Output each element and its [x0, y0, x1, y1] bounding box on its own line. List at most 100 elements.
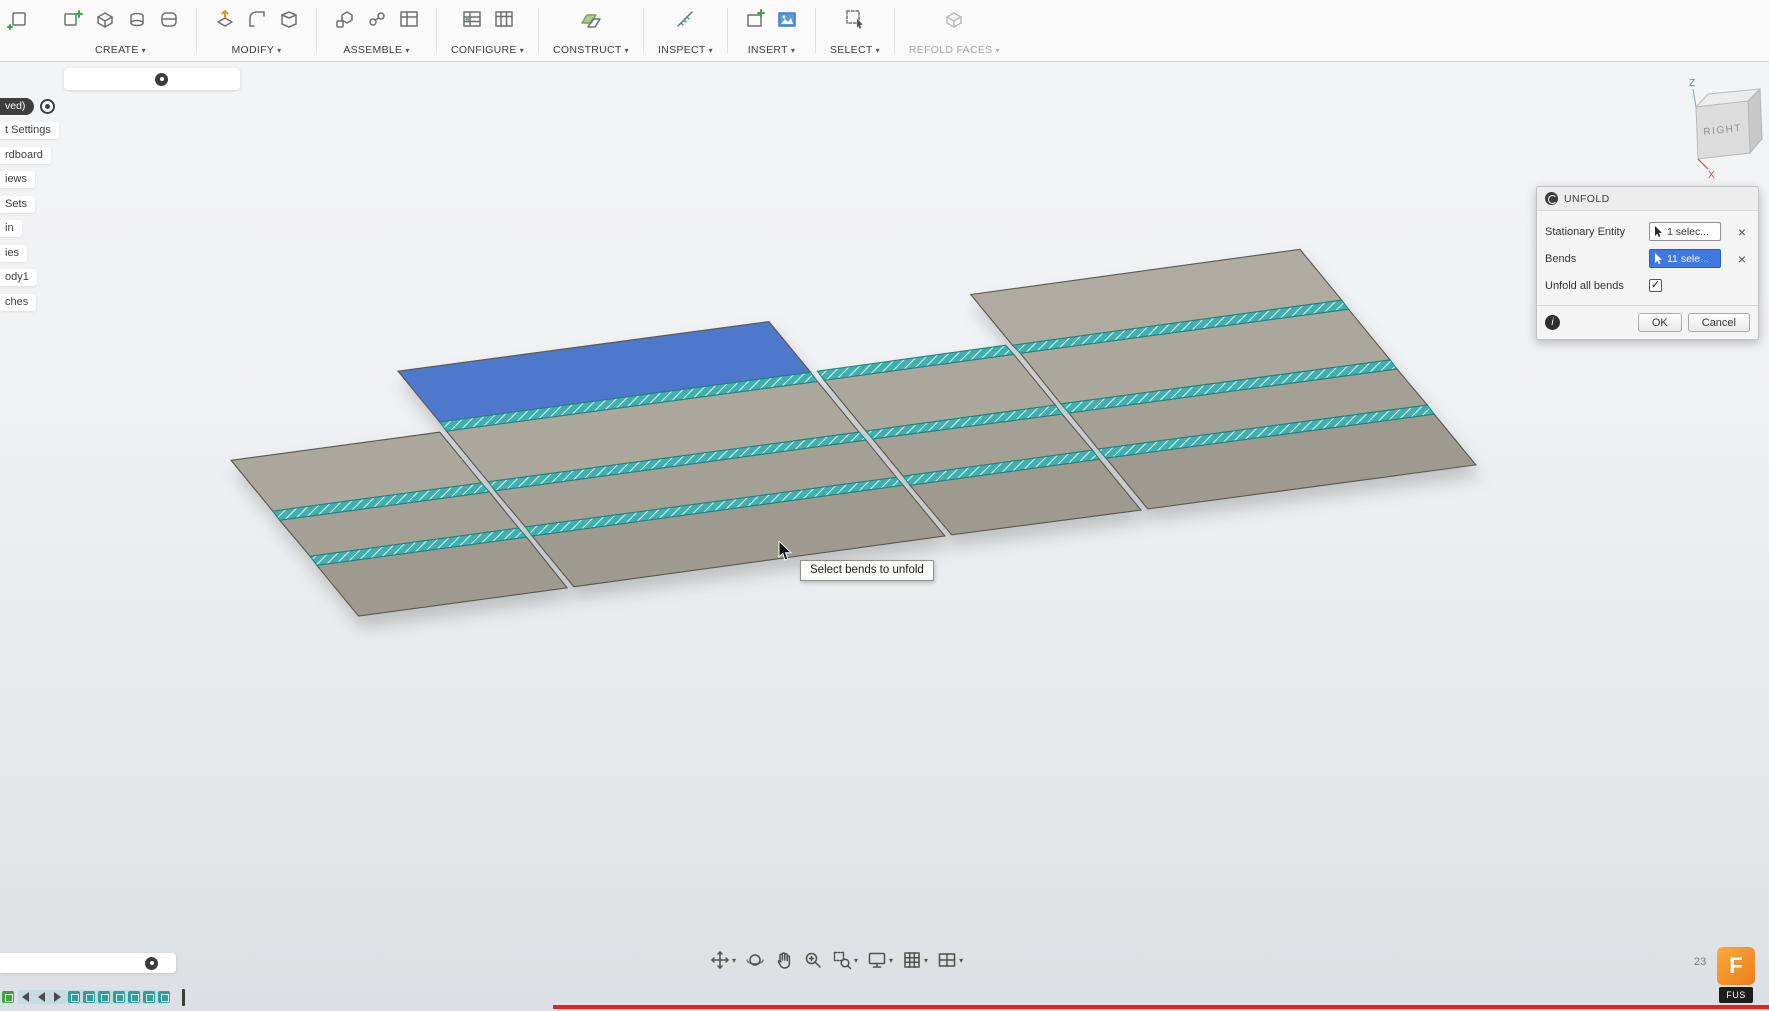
bom-table-icon[interactable]: [395, 5, 422, 32]
bends-selection-chip[interactable]: 11 sele...: [1649, 249, 1721, 268]
zoom-window-icon[interactable]: ▾: [832, 950, 858, 970]
cursor-icon: [1654, 253, 1663, 265]
unfold-dialog-header[interactable]: UNFOLD: [1537, 187, 1758, 211]
browser-item-material[interactable]: rdboard: [0, 143, 59, 168]
timeline-feature-icon[interactable]: [83, 991, 95, 1003]
ok-button[interactable]: OK: [1638, 313, 1682, 332]
timeline-settings-icon[interactable]: [2, 991, 14, 1003]
browser-document-row[interactable]: ved): [0, 94, 59, 119]
info-icon[interactable]: i: [1545, 315, 1560, 330]
timeline-playhead[interactable]: [182, 989, 185, 1006]
clear-stationary-entity-button[interactable]: ×: [1734, 224, 1750, 240]
play-icon[interactable]: [51, 990, 65, 1004]
z-axis-label: Z: [1689, 78, 1695, 89]
unfold-all-bends-label: Unfold all bends: [1545, 280, 1649, 292]
shell-icon[interactable]: [275, 5, 302, 32]
fusion-logo[interactable]: F: [1717, 947, 1755, 985]
main-toolbar: CREATE▾ MODIFY▾ ASSEMBLE▾ CONFIGURE▾ CON…: [0, 0, 1769, 62]
create-sketch-icon[interactable]: [59, 5, 86, 32]
pan-icon[interactable]: ▾: [710, 950, 736, 970]
browser-item-origin[interactable]: in: [0, 217, 59, 242]
chevron-down-icon: ▾: [791, 46, 795, 55]
chevron-down-icon: ▾: [854, 956, 858, 965]
stationary-entity-selection-chip[interactable]: 1 selec...: [1649, 222, 1721, 241]
timeline-feature-icon[interactable]: [113, 991, 125, 1003]
construction-plane-icon[interactable]: [578, 5, 605, 32]
toolbar-group-select: SELECT▾: [816, 0, 894, 61]
chevron-down-icon: ▾: [277, 46, 281, 55]
timeline-feature-icon[interactable]: [143, 991, 155, 1003]
timeline-feature-icon[interactable]: [68, 991, 80, 1003]
joint-icon[interactable]: [363, 5, 390, 32]
browser-item-sketches[interactable]: ches: [0, 290, 59, 315]
refold-faces-icon[interactable]: [941, 5, 968, 32]
timeline-header-bar[interactable]: [0, 953, 176, 973]
toolbar-group-assemble: ASSEMBLE▾: [317, 0, 436, 61]
new-component-icon[interactable]: [331, 5, 358, 32]
configure-menu-label: CONFIGURE: [451, 44, 517, 56]
channel-badge: FUS: [1719, 987, 1753, 1003]
configuration-icon[interactable]: [458, 5, 485, 32]
browser-header-bar[interactable]: [64, 68, 240, 90]
unfold-all-bends-row: Unfold all bends ✓: [1545, 272, 1750, 299]
collapse-icon[interactable]: [155, 73, 168, 86]
timeline: [2, 986, 185, 1008]
chevron-down-icon: ▾: [405, 46, 409, 55]
toolbar-group-insert: INSERT▾: [728, 0, 815, 61]
bends-label: Bends: [1545, 253, 1649, 265]
timeline-feature-icon[interactable]: [158, 991, 170, 1003]
toolbar-group-modify: MODIFY▾: [197, 0, 316, 61]
modify-menu-label: MODIFY: [232, 44, 275, 56]
form-icon[interactable]: [155, 5, 182, 32]
display-settings-icon[interactable]: ▾: [867, 950, 893, 970]
watermark-count: 23: [1694, 956, 1706, 968]
browser-item-body1[interactable]: ody1: [0, 266, 59, 291]
clear-bends-button[interactable]: ×: [1734, 251, 1750, 267]
fillet-icon[interactable]: [243, 5, 270, 32]
step-back-icon[interactable]: [34, 990, 48, 1004]
browser-item-document-settings[interactable]: t Settings: [0, 119, 59, 144]
hand-icon[interactable]: [774, 950, 794, 970]
insert-menu-label: INSERT: [748, 44, 788, 56]
timeline-feature-icon[interactable]: [98, 991, 110, 1003]
stationary-entity-label: Stationary Entity: [1545, 226, 1649, 238]
mouse-cursor-icon: [778, 541, 794, 562]
select-menu-label: SELECT: [830, 44, 873, 56]
cursor-icon: [1654, 226, 1663, 238]
stationary-entity-row: Stationary Entity 1 selec... ×: [1545, 218, 1750, 245]
press-pull-icon[interactable]: [211, 5, 238, 32]
browser-item-sets[interactable]: Sets: [0, 192, 59, 217]
chevron-down-icon: ▾: [520, 46, 524, 55]
measure-icon[interactable]: [672, 5, 699, 32]
orbit-icon[interactable]: [745, 950, 765, 970]
toolbar-group-construct: CONSTRUCT▾: [539, 0, 643, 61]
chevron-down-icon: ▾: [924, 956, 928, 965]
sheet-metal-model[interactable]: [0, 0, 1769, 1011]
browser-item-named-views[interactable]: iews: [0, 168, 59, 193]
clipped-tool-icon[interactable]: [4, 5, 31, 32]
bends-row: Bends 11 sele... ×: [1545, 245, 1750, 272]
configuration-table-icon[interactable]: [490, 5, 517, 32]
video-progress-bar[interactable]: [553, 1005, 1769, 1009]
viewports-icon[interactable]: ▾: [937, 950, 963, 970]
extrude-icon[interactable]: [91, 5, 118, 32]
target-icon[interactable]: [40, 99, 55, 114]
cancel-button[interactable]: Cancel: [1688, 313, 1750, 332]
view-cube[interactable]: Z RIGHT X: [1675, 74, 1769, 184]
unfold-all-bends-checkbox[interactable]: ✓: [1649, 279, 1662, 292]
timeline-feature-icon[interactable]: [128, 991, 140, 1003]
grid-display-icon[interactable]: ▾: [902, 950, 928, 970]
revolve-icon[interactable]: [123, 5, 150, 32]
refold-faces-menu-label: REFOLD FACES: [909, 44, 993, 56]
select-icon[interactable]: [841, 5, 868, 32]
browser-item-bodies[interactable]: ies: [0, 241, 59, 266]
collapse-icon[interactable]: [145, 957, 158, 970]
toolbar-group-configure: CONFIGURE▾: [437, 0, 538, 61]
skip-start-icon[interactable]: [17, 990, 31, 1004]
insert-canvas-icon[interactable]: [742, 5, 769, 32]
zoom-icon[interactable]: [803, 950, 823, 970]
dialog-title: UNFOLD: [1564, 193, 1610, 205]
insert-image-icon[interactable]: [774, 5, 801, 32]
construct-menu-label: CONSTRUCT: [553, 44, 622, 56]
inspect-menu-label: INSPECT: [658, 44, 706, 56]
